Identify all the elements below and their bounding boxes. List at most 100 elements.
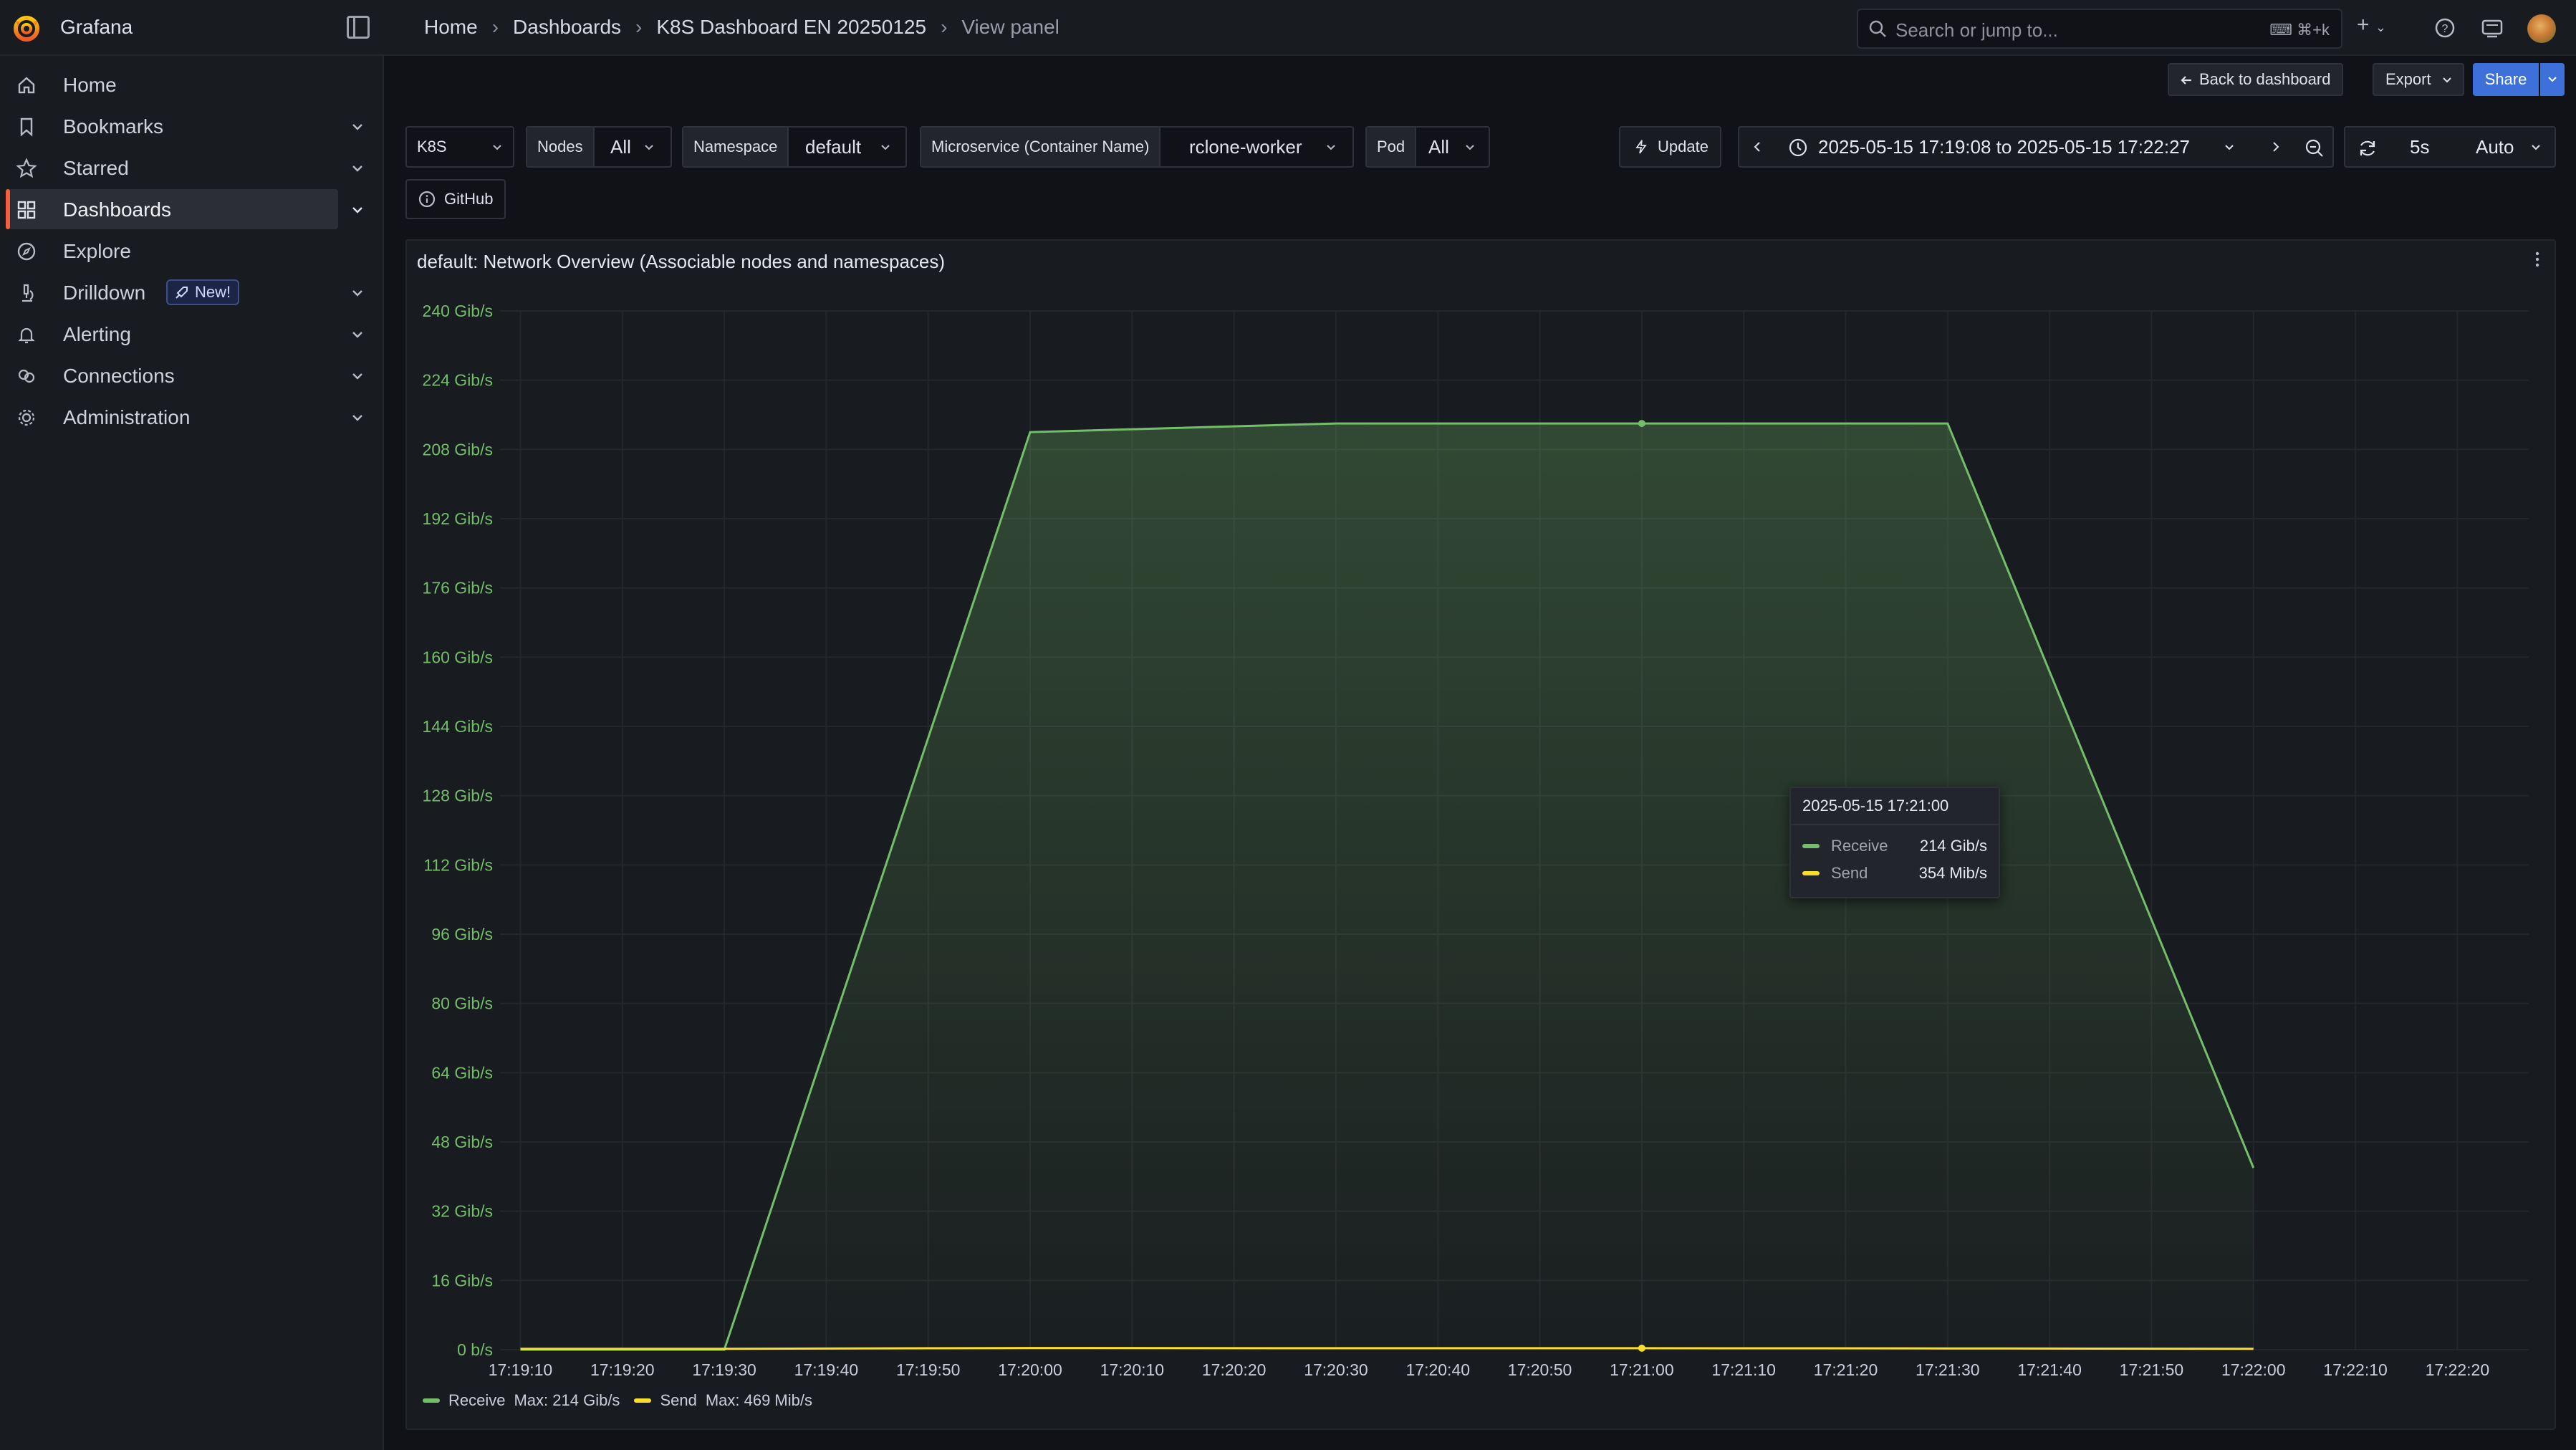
user-avatar[interactable]	[2527, 14, 2556, 43]
refresh-mode-value[interactable]: Auto	[2476, 136, 2514, 158]
chart-legend: Receive Max: 214 Gib/s Send Max: 469 Mib…	[423, 1391, 812, 1410]
export-button[interactable]: Export	[2373, 63, 2464, 96]
chevron-down-icon[interactable]	[350, 368, 365, 384]
x-tick-label: 17:21:50	[2120, 1360, 2184, 1379]
nodes-label: Nodes	[527, 128, 595, 166]
tooltip-row-send: Send 354 Mib/s	[1802, 863, 1987, 884]
microservice-value: rclone-worker	[1189, 136, 1302, 158]
app-name[interactable]: Grafana	[60, 16, 133, 39]
tooltip-series-value: 354 Mib/s	[1918, 864, 1987, 882]
datasource-select[interactable]: K8S	[405, 126, 514, 168]
y-tick-label: 224 Gib/s	[423, 371, 493, 390]
sidebar-item-label: Explore	[63, 240, 131, 262]
refresh-icon[interactable]	[2357, 138, 2378, 159]
rocket-icon	[176, 287, 188, 299]
breadcrumb-dashboard[interactable]: K8S Dashboard EN 20250125	[656, 16, 926, 39]
chevron-down-icon[interactable]	[2530, 142, 2542, 153]
x-tick-label: 17:20:00	[998, 1360, 1062, 1379]
dock-menu-icon[interactable]	[347, 16, 370, 39]
sidebar-item-drilldown[interactable]: Drilldown New!	[0, 272, 384, 312]
sidebar-item-connections[interactable]: Connections	[0, 355, 384, 395]
legend-item-receive[interactable]: Receive Max: 214 Gib/s	[423, 1391, 620, 1410]
chevron-down-icon[interactable]	[350, 160, 365, 176]
bell-icon	[18, 327, 35, 344]
back-to-dashboard-button[interactable]: Back to dashboard	[2168, 63, 2344, 96]
chevron-down-icon[interactable]	[350, 202, 365, 218]
x-tick-label: 17:22:00	[2221, 1360, 2286, 1379]
x-tick-label: 17:20:50	[1508, 1360, 1572, 1379]
top-navbar: Grafana Home › Dashboards › K8S Dashboar…	[0, 0, 2576, 56]
share-options-button[interactable]	[2540, 63, 2565, 96]
add-new-button[interactable]: + ⌄	[2357, 13, 2386, 37]
legend-item-send[interactable]: Send Max: 469 Mib/s	[634, 1391, 812, 1410]
chevron-right-icon: ›	[635, 16, 643, 38]
sidebar-item-label: Home	[63, 74, 117, 96]
sidebar-item-explore[interactable]: Explore	[0, 231, 384, 271]
send-series-line	[520, 1347, 2254, 1350]
microservice-variable[interactable]: Microservice (Container Name) rclone-wor…	[920, 126, 1354, 168]
legend-max: Max: 214 Gib/s	[514, 1391, 620, 1409]
new-badge: New!	[166, 279, 240, 305]
x-tick-label: 17:20:40	[1406, 1360, 1471, 1379]
search-shortcut: ⌘+k	[2297, 21, 2330, 39]
tooltip-series-name: Receive	[1831, 837, 1888, 855]
sidebar-item-administration[interactable]: Administration	[0, 397, 384, 437]
nodes-variable[interactable]: Nodes All	[526, 126, 672, 168]
export-label: Export	[2385, 70, 2431, 88]
namespace-variable[interactable]: Namespace default	[682, 126, 907, 168]
search-input[interactable]: Search or jump to... ⌨ ⌘+k	[1857, 9, 2342, 49]
y-tick-label: 176 Gib/s	[423, 579, 493, 597]
share-button[interactable]: Share	[2473, 63, 2539, 96]
x-tick-label: 17:21:40	[2017, 1360, 2082, 1379]
sidebar-item-alerting[interactable]: Alerting	[0, 314, 384, 354]
info-circle-icon	[418, 191, 436, 208]
help-icon[interactable]: ?	[2433, 16, 2457, 40]
x-tick-label: 17:19:40	[794, 1360, 859, 1379]
update-button[interactable]: Update	[1619, 126, 1721, 168]
chevron-down-icon	[493, 145, 501, 150]
panel-title: default: Network Overview (Associable no…	[417, 251, 946, 272]
sidebar-item-bookmarks[interactable]: Bookmarks	[0, 106, 384, 146]
x-tick-label: 17:21:20	[1814, 1360, 1878, 1379]
pod-value: All	[1428, 136, 1449, 158]
sidebar-item-home[interactable]: Home	[0, 64, 384, 105]
legend-name: Send	[660, 1391, 697, 1409]
chevron-down-icon[interactable]	[2224, 142, 2235, 153]
x-tick-label: 17:20:10	[1100, 1360, 1165, 1379]
chevron-left-icon[interactable]	[1751, 140, 1764, 153]
chevron-down-icon[interactable]	[350, 327, 365, 342]
github-link-button[interactable]: GitHub	[405, 179, 506, 219]
svg-text:?: ?	[2442, 23, 2448, 35]
more-vertical-icon[interactable]	[2524, 246, 2550, 272]
refresh-interval-value[interactable]: 5s	[2410, 136, 2429, 158]
y-tick-label: 128 Gib/s	[423, 787, 493, 805]
x-tick-label: 17:19:30	[692, 1360, 756, 1379]
back-to-dashboard-label: Back to dashboard	[2199, 70, 2331, 88]
chevron-down-icon[interactable]	[350, 285, 365, 301]
y-tick-label: 64 Gib/s	[431, 1063, 493, 1082]
bookmark-icon	[20, 117, 33, 137]
time-range-value[interactable]: 2025-05-15 17:19:08 to 2025-05-15 17:22:…	[1818, 136, 2190, 158]
y-tick-label: 32 Gib/s	[431, 1202, 493, 1221]
chevron-down-icon[interactable]	[350, 410, 365, 426]
x-tick-label: 17:20:30	[1304, 1360, 1368, 1379]
sidebar-item-starred[interactable]: Starred	[0, 148, 384, 188]
search-icon	[1869, 20, 1886, 37]
breadcrumb-dashboards[interactable]: Dashboards	[513, 16, 621, 39]
grafana-logo-icon[interactable]	[11, 13, 42, 43]
zoom-out-icon[interactable]	[2304, 138, 2325, 159]
chevron-right-icon[interactable]	[2269, 140, 2282, 153]
x-tick-label: 17:21:00	[1610, 1360, 1674, 1379]
chevron-down-icon	[2442, 77, 2451, 83]
chevron-right-icon: ›	[941, 16, 948, 38]
network-chart[interactable]: 0 b/s 16 Gib/s 32 Gib/s 48 Gib/s 64 Gib/s 80 …	[407, 241, 2557, 1387]
pod-variable[interactable]: Pod All	[1365, 126, 1490, 168]
sidebar-item-dashboards[interactable]: Dashboards	[6, 189, 362, 229]
chevron-down-icon	[1466, 145, 1474, 150]
breadcrumb: Home › Dashboards › K8S Dashboard EN 202…	[424, 16, 1059, 39]
news-icon[interactable]	[2480, 16, 2504, 40]
breadcrumb-home[interactable]: Home	[424, 16, 478, 39]
tooltip-divider	[1791, 824, 1999, 825]
time-range-picker: 2025-05-15 17:19:08 to 2025-05-15 17:22:…	[1738, 126, 2334, 168]
chevron-down-icon[interactable]	[350, 119, 365, 135]
